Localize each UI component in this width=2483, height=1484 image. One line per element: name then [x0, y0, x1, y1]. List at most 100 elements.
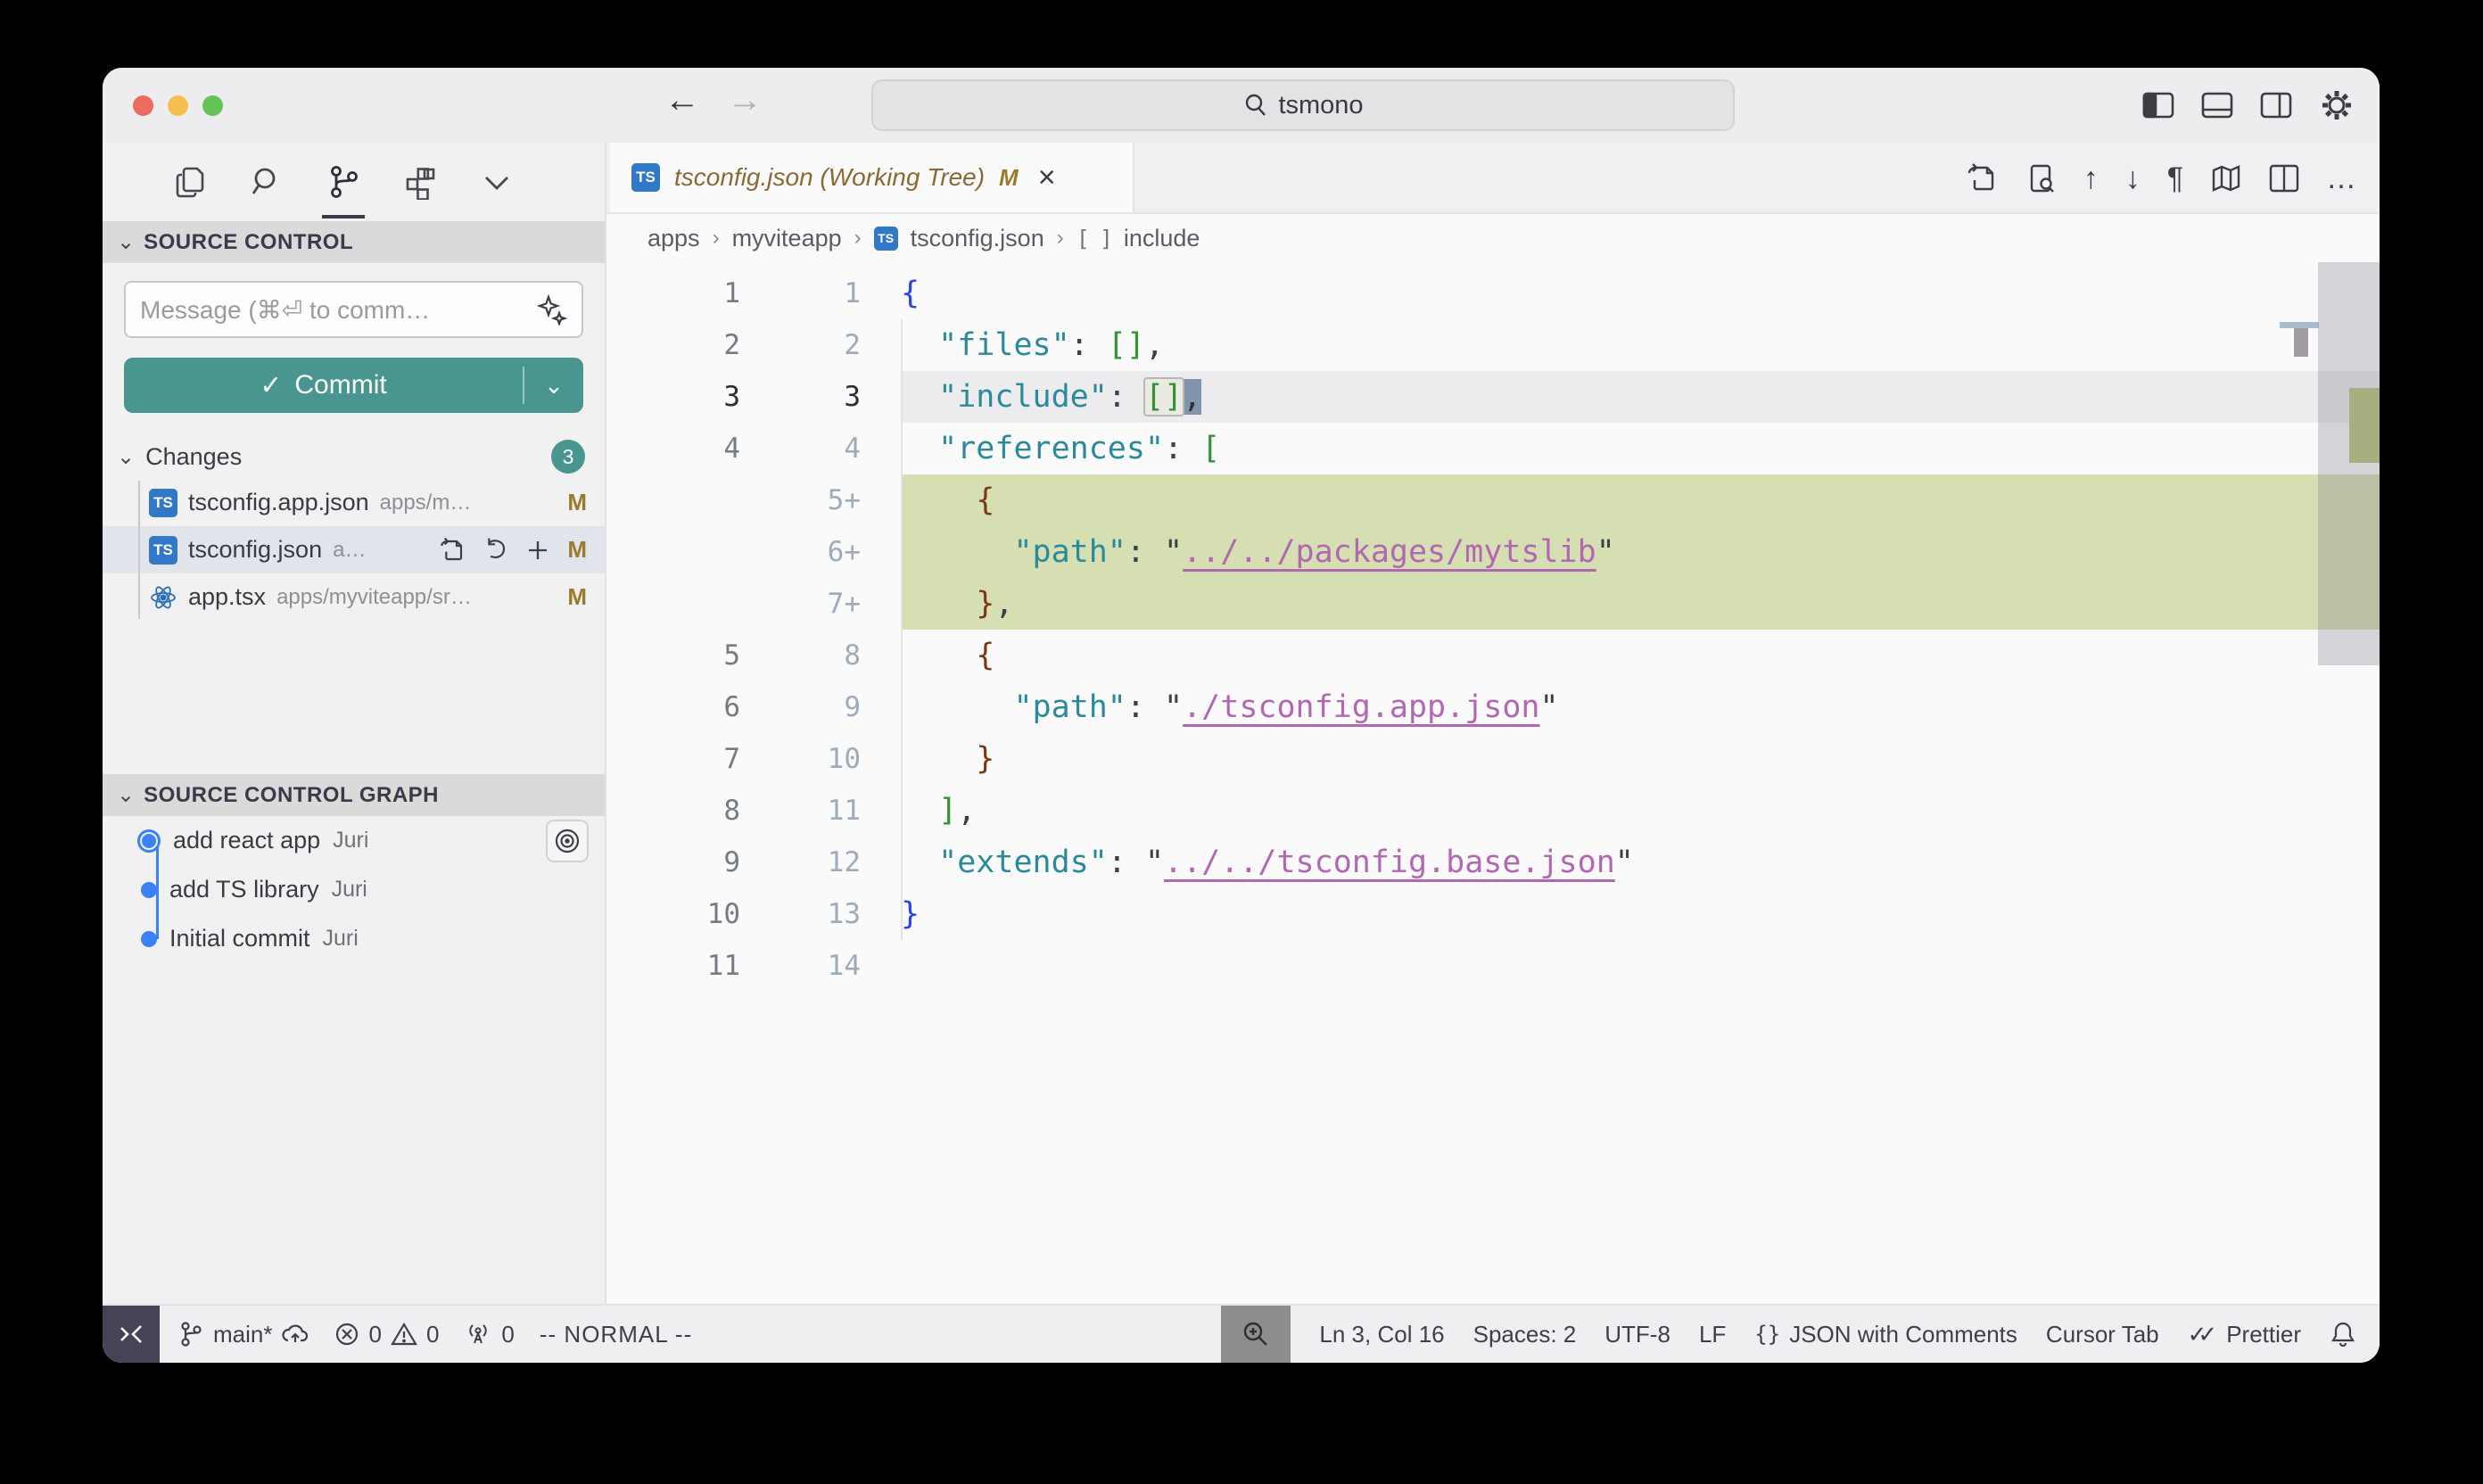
original-line-number: 9 — [606, 837, 740, 888]
code-token: ../../packages/mytslib — [1183, 534, 1596, 570]
double-check-icon: ✓✓ — [2188, 1321, 2218, 1348]
code-line[interactable]: 1114 — [606, 940, 2380, 992]
commit-button[interactable]: ✓ Commit ⌄ — [124, 358, 583, 413]
cursor-position-item[interactable]: Ln 3, Col 16 — [1319, 1321, 1444, 1348]
open-file-icon[interactable] — [439, 537, 466, 564]
forward-icon[interactable]: → — [727, 80, 763, 120]
breadcrumb-apps[interactable]: apps — [648, 225, 700, 252]
commit-message: add react app — [173, 827, 320, 854]
breadcrumb-myviteapp[interactable]: myviteapp — [732, 225, 842, 252]
typescript-file-icon: TS — [149, 489, 177, 517]
code-line[interactable]: 11{ — [606, 268, 2380, 319]
map-icon[interactable] — [2210, 162, 2242, 194]
source-control-graph-header[interactable]: ⌄ SOURCE CONTROL GRAPH — [103, 774, 605, 816]
editor-scrollbar[interactable] — [2318, 262, 2380, 665]
check-icon: ✓ — [260, 370, 282, 401]
more-views-chevron-icon[interactable] — [479, 143, 515, 221]
code-line[interactable]: 22 "files": [], — [606, 319, 2380, 371]
modified-line-number: 3 — [740, 371, 861, 423]
language-mode-item[interactable]: {} JSON with Comments — [1754, 1321, 2017, 1348]
next-change-icon[interactable]: ↓ — [2125, 163, 2141, 194]
commit-dot-icon — [141, 931, 157, 947]
original-line-number: 2 — [606, 319, 740, 371]
breadcrumb-tsconfig[interactable]: tsconfig.json — [911, 225, 1044, 252]
scm-file-row[interactable]: app.tsxapps/myviteapp/sr…M — [103, 573, 605, 621]
close-window-button[interactable] — [133, 95, 153, 116]
sparkle-ai-icon[interactable] — [535, 293, 567, 326]
code-line[interactable]: 44 "references": [ — [606, 423, 2380, 474]
react-file-icon[interactable] — [149, 584, 177, 611]
code-line[interactable]: 5+ { — [606, 474, 2380, 526]
code-token: "references" — [938, 431, 1164, 466]
changes-header[interactable]: ⌄ Changes 3 — [103, 434, 605, 479]
code-line[interactable]: 1013} — [606, 888, 2380, 940]
toggle-primary-sidebar-icon[interactable] — [2142, 91, 2174, 120]
code-line[interactable]: 6+ "path": "../../packages/mytslib" — [606, 526, 2380, 578]
breadcrumb-include[interactable]: include — [1124, 225, 1200, 252]
code-line[interactable]: 33 "include": [], — [606, 371, 2380, 423]
settings-gear-icon[interactable] — [2319, 87, 2355, 123]
source-control-icon[interactable] — [326, 143, 361, 221]
whitespace-toggle-icon[interactable]: ¶ — [2167, 163, 2183, 194]
discard-changes-icon[interactable] — [482, 537, 508, 564]
tab-tsconfig-working-tree[interactable]: TS tsconfig.json (Working Tree) M × — [610, 143, 1134, 212]
previous-change-icon[interactable]: ↑ — [2083, 163, 2099, 194]
problems-status-item[interactable]: 0 0 — [334, 1321, 439, 1348]
scm-file-row[interactable]: TStsconfig.app.jsonapps/m…M — [103, 479, 605, 526]
zoom-status-item[interactable] — [1221, 1306, 1291, 1363]
status-bar: main* 0 0 0 -- NORMAL -- Ln 3, Col 16 Sp… — [103, 1304, 2380, 1363]
scm-file-row[interactable]: TStsconfig.jsona…M — [103, 526, 605, 573]
commit-row[interactable]: add TS libraryJuri — [103, 865, 605, 914]
extensions-icon[interactable] — [402, 143, 438, 221]
go-to-file-icon[interactable] — [1966, 162, 1998, 194]
code-line[interactable]: 7+ }, — [606, 578, 2380, 630]
ports-status-item[interactable]: 0 — [464, 1321, 514, 1348]
code-line-content — [901, 940, 2380, 992]
toggle-panel-icon[interactable] — [2201, 91, 2233, 120]
notifications-bell-icon[interactable] — [2330, 1320, 2356, 1348]
split-editor-icon[interactable] — [2269, 164, 2299, 193]
explorer-icon[interactable] — [172, 143, 208, 221]
commit-dropdown-button[interactable]: ⌄ — [524, 372, 583, 400]
indentation-item[interactable]: Spaces: 2 — [1473, 1321, 1577, 1348]
tab-title: tsconfig.json (Working Tree) — [674, 163, 985, 192]
commit-row[interactable]: add react appJuri — [103, 816, 605, 865]
checkout-target-button[interactable] — [546, 820, 589, 862]
source-control-section-header[interactable]: ⌄ SOURCE CONTROL — [103, 221, 605, 263]
commit-row[interactable]: Initial commitJuri — [103, 914, 605, 963]
remote-indicator[interactable] — [103, 1306, 160, 1363]
code-line[interactable]: 912 "extends": "../../tsconfig.base.json… — [606, 837, 2380, 888]
code-token — [901, 379, 938, 415]
code-editor[interactable]: 11{22 "files": [],33 "include": [],44 "r… — [606, 262, 2380, 1304]
search-editor-icon[interactable] — [2025, 162, 2057, 194]
eol-item[interactable]: LF — [1699, 1321, 1726, 1348]
code-line[interactable]: 710 } — [606, 733, 2380, 785]
back-icon[interactable]: ← — [664, 80, 700, 120]
code-line-content: ], — [901, 785, 2380, 837]
braces-icon: {} — [1754, 1322, 1780, 1347]
more-actions-icon[interactable]: … — [2326, 163, 2356, 194]
code-line[interactable]: 811 ], — [606, 785, 2380, 837]
stage-changes-icon[interactable] — [524, 537, 551, 564]
encoding-item[interactable]: UTF-8 — [1604, 1321, 1670, 1348]
code-line[interactable]: 69 "path": "./tsconfig.app.json" — [606, 681, 2380, 733]
formatter-item[interactable]: ✓✓ Prettier — [2188, 1321, 2301, 1348]
vim-mode-indicator[interactable]: -- NORMAL -- — [540, 1321, 692, 1348]
code-line-content: } — [901, 888, 2380, 940]
toggle-secondary-sidebar-icon[interactable] — [2260, 91, 2292, 120]
command-center-search[interactable]: tsmono — [871, 79, 1735, 131]
branch-status-item[interactable]: main* — [177, 1320, 309, 1348]
code-token: : — [1108, 379, 1145, 415]
typescript-file-icon: TS — [149, 536, 177, 565]
minimize-window-button[interactable] — [168, 95, 188, 116]
modified-line-number: 11 — [740, 785, 861, 837]
editor-actions: ↑ ↓ ¶ … — [1966, 143, 2356, 214]
code-token — [901, 638, 976, 673]
code-token: "include" — [938, 379, 1108, 415]
code-line[interactable]: 58 { — [606, 630, 2380, 681]
close-tab-icon[interactable]: × — [1038, 161, 1056, 195]
search-view-icon[interactable] — [249, 143, 285, 221]
tab-completion-item[interactable]: Cursor Tab — [2046, 1321, 2159, 1348]
zoom-window-button[interactable] — [202, 95, 223, 116]
commit-message-input[interactable]: Message (⌘⏎ to comm… — [124, 281, 583, 338]
